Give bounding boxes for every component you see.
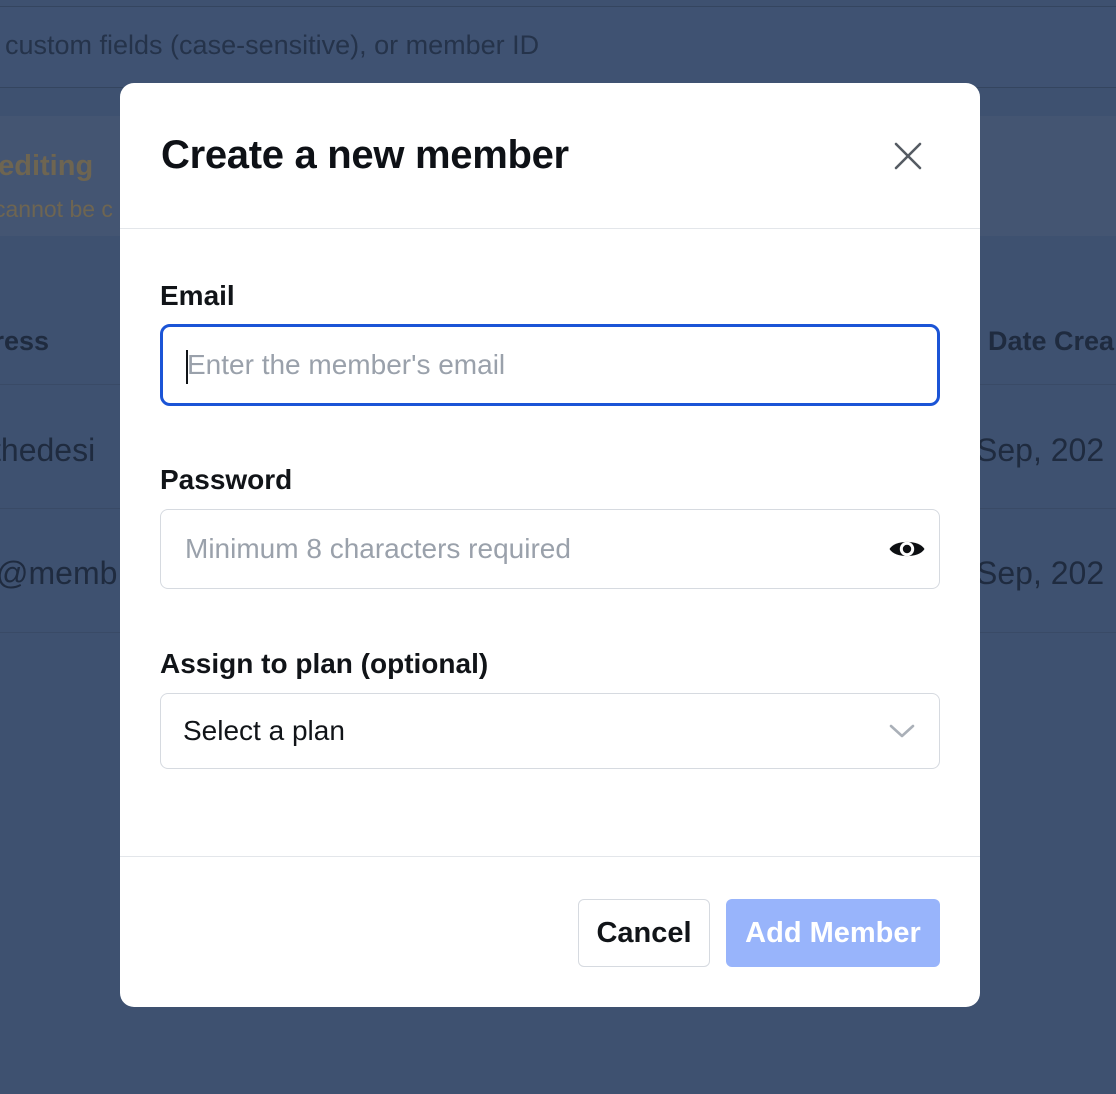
email-field[interactable] bbox=[187, 327, 867, 403]
row-email: thedesi bbox=[0, 432, 96, 468]
close-button[interactable] bbox=[888, 136, 928, 176]
add-member-button[interactable]: Add Member bbox=[726, 899, 940, 967]
plan-select-value: Select a plan bbox=[183, 715, 345, 746]
member-search-placeholder: il, custom fields (case-sensitive), or m… bbox=[0, 30, 540, 60]
notice-subtitle: cannot be c bbox=[0, 196, 113, 222]
modal-header: Create a new member bbox=[120, 83, 980, 229]
column-header-date-created: Date Crea bbox=[988, 326, 1115, 356]
row-date: Sep, 202 bbox=[976, 555, 1105, 591]
row-email: @memb bbox=[0, 555, 118, 591]
modal-title: Create a new member bbox=[161, 133, 569, 177]
email-field-wrapper bbox=[160, 324, 940, 406]
column-header-address: lress bbox=[0, 326, 50, 356]
notice-title: l editing bbox=[0, 150, 94, 182]
email-label: Email bbox=[160, 280, 235, 311]
close-icon bbox=[894, 142, 922, 170]
plan-label: Assign to plan (optional) bbox=[160, 648, 489, 679]
text-caret bbox=[186, 350, 188, 384]
password-field-wrapper bbox=[160, 509, 940, 589]
chevron-down-icon bbox=[889, 720, 915, 742]
password-label: Password bbox=[160, 464, 293, 495]
toggle-password-visibility-button[interactable] bbox=[887, 531, 927, 567]
cancel-button[interactable]: Cancel bbox=[578, 899, 710, 967]
plan-select[interactable]: Select a plan bbox=[160, 693, 940, 769]
modal-footer-divider bbox=[120, 856, 980, 857]
create-member-modal: Create a new member Email Password Assig… bbox=[120, 83, 980, 1007]
eye-icon bbox=[889, 541, 925, 557]
password-field[interactable] bbox=[185, 510, 865, 588]
row-date: Sep, 202 bbox=[976, 432, 1105, 468]
